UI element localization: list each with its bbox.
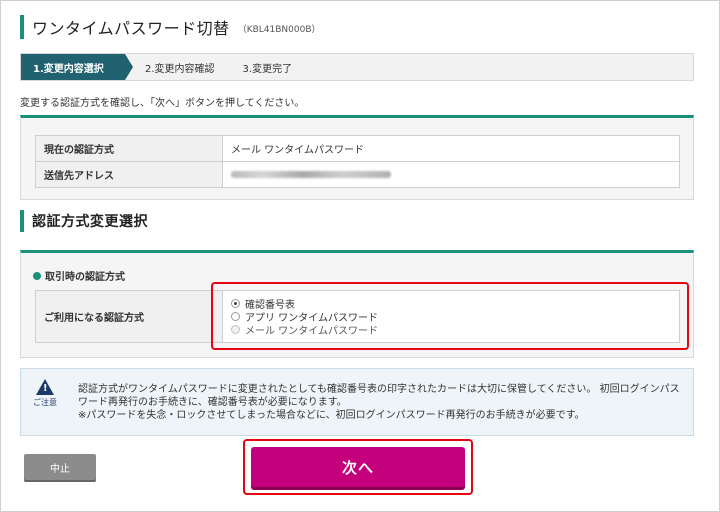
notice-box: ! ご注意 認証方式がワンタイムパスワードに変更されたとしても確認番号表の印字さ… bbox=[20, 368, 694, 436]
title-accent-bar bbox=[20, 15, 24, 39]
section-title: 認証方式変更選択 bbox=[20, 210, 148, 232]
current-method-label: 現在の認証方式 bbox=[35, 135, 223, 162]
cancel-button[interactable]: 中止 bbox=[24, 454, 96, 480]
subheading-text: 取引時の認証方式 bbox=[45, 272, 125, 283]
current-info-table: 現在の認証方式 メール ワンタイムパスワード 送信先アドレス bbox=[35, 135, 680, 188]
step-3: 3.変更完了 bbox=[242, 63, 293, 75]
obscured-email bbox=[231, 170, 391, 178]
instruction-text: 変更する認証方式を確認し、「次へ」ボタンを押してください。 bbox=[20, 98, 305, 109]
next-button[interactable]: 次へ bbox=[251, 447, 465, 487]
warning-icon: ! bbox=[36, 379, 54, 395]
highlight-box-options bbox=[211, 282, 689, 350]
screen-code: （KBL41BN000B） bbox=[237, 25, 321, 35]
method-row-label: ご利用になる認証方式 bbox=[35, 290, 223, 343]
step-1: 1.変更内容選択 bbox=[21, 54, 133, 80]
step-indicator: 1.変更内容選択 2.変更内容確認 3.変更完了 bbox=[20, 53, 694, 81]
notice-line: 認証方式がワンタイムパスワードに変更されたとしても確認番号表の印字されたカードは… bbox=[78, 384, 680, 395]
step-2: 2.変更内容確認 bbox=[145, 63, 215, 75]
current-method-value: メール ワンタイムパスワード bbox=[222, 135, 680, 162]
table-row: 送信先アドレス bbox=[35, 161, 680, 188]
subheading: 取引時の認証方式 bbox=[33, 268, 125, 283]
bullet-dot-icon bbox=[33, 271, 41, 280]
section-title-text: 認証方式変更選択 bbox=[32, 214, 148, 230]
section-accent-bar bbox=[20, 210, 24, 232]
notice-icon-label: ご注意 bbox=[33, 398, 57, 407]
table-row: 現在の認証方式 メール ワンタイムパスワード bbox=[35, 135, 680, 162]
destination-address-value bbox=[222, 161, 680, 188]
notice-line: ※パスワードを失念・ロックさせてしまった場合などに、初回ログインパスワード再発行… bbox=[78, 410, 585, 421]
notice-icon-wrap: ! ご注意 bbox=[31, 379, 59, 408]
page-title-text: ワンタイムパスワード切替 bbox=[32, 19, 230, 38]
destination-address-label: 送信先アドレス bbox=[35, 161, 223, 188]
current-info-panel: 現在の認証方式 メール ワンタイムパスワード 送信先アドレス bbox=[20, 115, 694, 200]
notice-text: 認証方式がワンタイムパスワードに変更されたとしても確認番号表の印字されたカードは… bbox=[78, 383, 688, 422]
page-title: ワンタイムパスワード切替 （KBL41BN000B） bbox=[20, 14, 321, 40]
notice-line: ワード再発行のお手続きに、確認番号表が必要になります。 bbox=[78, 397, 347, 408]
